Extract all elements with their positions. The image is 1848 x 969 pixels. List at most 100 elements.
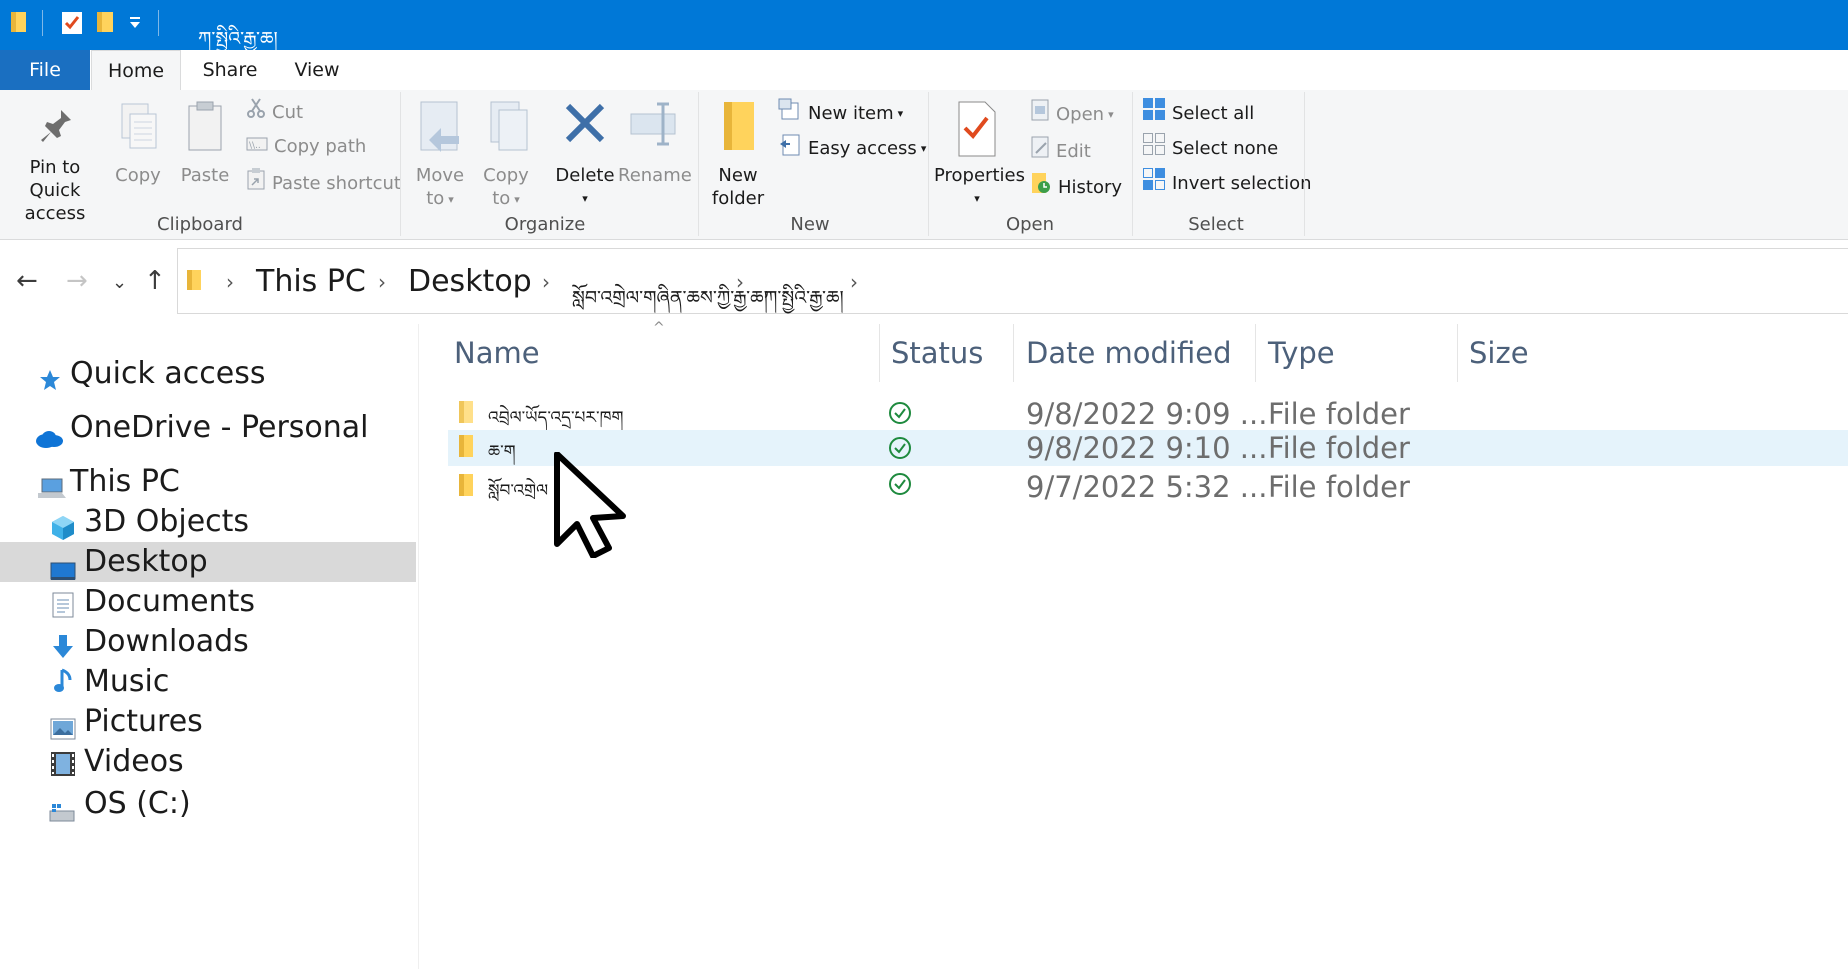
history-icon <box>1030 171 1052 205</box>
scissors-icon <box>246 97 266 129</box>
nav-pictures[interactable]: Pictures <box>0 702 416 742</box>
folder-icon <box>459 474 473 496</box>
folder-icon <box>459 435 473 457</box>
sync-ok-check-icon <box>889 473 911 495</box>
up-arrow-icon[interactable]: ↑ <box>144 266 166 296</box>
edit-button[interactable]: Edit <box>1030 135 1091 165</box>
delete-button[interactable]: Delete ▾ <box>554 98 616 210</box>
new-folder-icon[interactable] <box>96 10 116 34</box>
cloud-icon <box>34 420 64 460</box>
paste-shortcut-button[interactable]: Paste shortcut <box>246 167 401 197</box>
breadcrumb-chevron-icon[interactable]: › <box>378 270 386 294</box>
mouse-pointer-icon <box>554 452 626 558</box>
edit-icon <box>1030 135 1050 169</box>
breadcrumb-desktop[interactable]: Desktop <box>408 264 532 299</box>
tab-share[interactable]: Share <box>190 50 270 90</box>
nav-documents[interactable]: Documents <box>0 582 416 622</box>
select-all-button[interactable]: Select all <box>1142 97 1254 127</box>
clipboard-group-label: Clipboard <box>157 214 243 235</box>
breadcrumb-chevron-icon[interactable]: › <box>226 270 234 294</box>
new-item-icon <box>778 97 802 131</box>
tab-home[interactable]: Home <box>91 50 181 90</box>
film-strip-icon <box>50 748 76 788</box>
properties-check-icon <box>958 101 996 157</box>
open-button[interactable]: Open ▾ <box>1030 98 1114 128</box>
breadcrumb-current-folder[interactable]: ཀ་སྤྱིའི་རྒྱ་ཆ། <box>764 276 844 330</box>
copy-path-button[interactable]: \\.. Copy path <box>246 132 366 162</box>
open-group-label: Open <box>1005 214 1055 235</box>
nav-3d-objects[interactable]: 3D Objects <box>0 502 416 542</box>
rename-icon <box>630 102 676 146</box>
breadcrumb-chevron-icon[interactable]: › <box>850 270 858 294</box>
copy-icon <box>121 103 157 149</box>
cut-button[interactable]: Cut <box>246 97 303 127</box>
drive-icon <box>48 794 76 834</box>
tab-view[interactable]: View <box>285 50 349 90</box>
ribbon-tab-bar <box>0 50 1848 90</box>
properties-button[interactable]: Properties ▾ <box>934 98 1025 210</box>
file-type: File folder <box>1268 431 1410 465</box>
nav-onedrive[interactable]: OneDrive - Personal <box>0 408 416 448</box>
file-date-modified: 9/8/2022 9:10 ... <box>1026 431 1268 465</box>
rename-button[interactable]: Rename <box>618 98 692 187</box>
file-row-selected[interactable]: ཆ་ག 9/8/2022 9:10 ... File folder <box>448 430 1848 466</box>
column-header-size[interactable]: Size <box>1469 336 1529 370</box>
breadcrumb-chevron-icon[interactable]: › <box>542 270 550 294</box>
easy-access-button[interactable]: Easy access ▾ <box>778 132 926 162</box>
new-item-button[interactable]: New item ▾ <box>778 97 903 127</box>
file-row[interactable]: འབྲེལ་ཡོད་འདྲ་པར་ཁག 9/8/2022 9:09 ... Fi… <box>448 396 1848 432</box>
forward-arrow-icon[interactable]: → <box>66 266 88 296</box>
history-button[interactable]: History <box>1030 171 1122 201</box>
open-icon <box>1030 98 1050 132</box>
music-note-icon <box>54 666 74 706</box>
nav-this-pc[interactable]: This PC <box>0 462 416 502</box>
file-type: File folder <box>1268 470 1410 504</box>
properties-icon[interactable] <box>60 10 84 36</box>
file-name: ཆ་ག <box>488 442 516 462</box>
paste-icon <box>188 101 222 151</box>
copy-to-icon <box>490 101 528 151</box>
nav-os-drive[interactable]: OS (C:) <box>0 784 416 824</box>
select-none-button[interactable]: Select none <box>1142 132 1278 162</box>
star-icon <box>38 363 62 403</box>
column-header-name[interactable]: Name <box>454 336 540 370</box>
file-date-modified: 9/8/2022 9:09 ... <box>1026 397 1268 431</box>
nav-downloads[interactable]: Downloads <box>0 622 416 662</box>
invert-selection-icon <box>1142 167 1166 201</box>
invert-selection-button[interactable]: Invert selection <box>1142 167 1312 197</box>
pin-icon <box>41 110 71 142</box>
select-none-icon <box>1142 132 1166 166</box>
folder-icon <box>187 270 201 290</box>
folder-icon[interactable] <box>10 10 28 34</box>
paste-button[interactable]: Paste <box>176 100 234 187</box>
breadcrumb-chevron-icon[interactable]: › <box>736 270 744 294</box>
nav-videos[interactable]: Videos <box>0 742 416 782</box>
sync-ok-check-icon <box>889 402 911 424</box>
file-type: File folder <box>1268 397 1410 431</box>
nav-desktop[interactable]: Desktop <box>0 542 416 582</box>
select-group-label: Select <box>1188 214 1244 235</box>
sort-ascending-icon: ^ <box>653 320 665 336</box>
file-row[interactable]: སློབ་འགྲེལ 9/7/2022 5:32 ... File folder <box>448 469 1848 505</box>
column-header-date-modified[interactable]: Date modified <box>1026 336 1232 370</box>
column-header-type[interactable]: Type <box>1268 336 1335 370</box>
back-arrow-icon[interactable]: ← <box>16 266 38 296</box>
nav-quick-access[interactable]: Quick access <box>0 354 416 394</box>
new-folder-button[interactable]: New folder <box>708 98 768 210</box>
copy-to-button[interactable]: Copy to ▾ <box>478 98 534 211</box>
file-name: སློབ་འགྲེལ <box>488 481 549 501</box>
breadcrumb-this-pc[interactable]: This PC <box>256 264 366 299</box>
easy-access-icon <box>778 132 802 166</box>
move-to-icon <box>420 101 459 152</box>
svg-text:\\..: \\.. <box>249 141 261 151</box>
tab-file[interactable]: File <box>0 50 90 90</box>
move-to-button[interactable]: Move to ▾ <box>410 98 470 211</box>
nav-music[interactable]: Music <box>0 662 416 702</box>
pin-to-quick-access-button[interactable]: Pin to Quick access <box>4 104 106 225</box>
sync-ok-check-icon <box>889 437 911 459</box>
column-header-status[interactable]: Status <box>891 336 983 370</box>
recent-locations-chevron-icon[interactable]: ⌄ <box>112 272 127 293</box>
folder-icon <box>724 102 754 150</box>
customize-qat-icon[interactable] <box>128 10 142 34</box>
copy-button[interactable]: Copy <box>110 100 166 187</box>
